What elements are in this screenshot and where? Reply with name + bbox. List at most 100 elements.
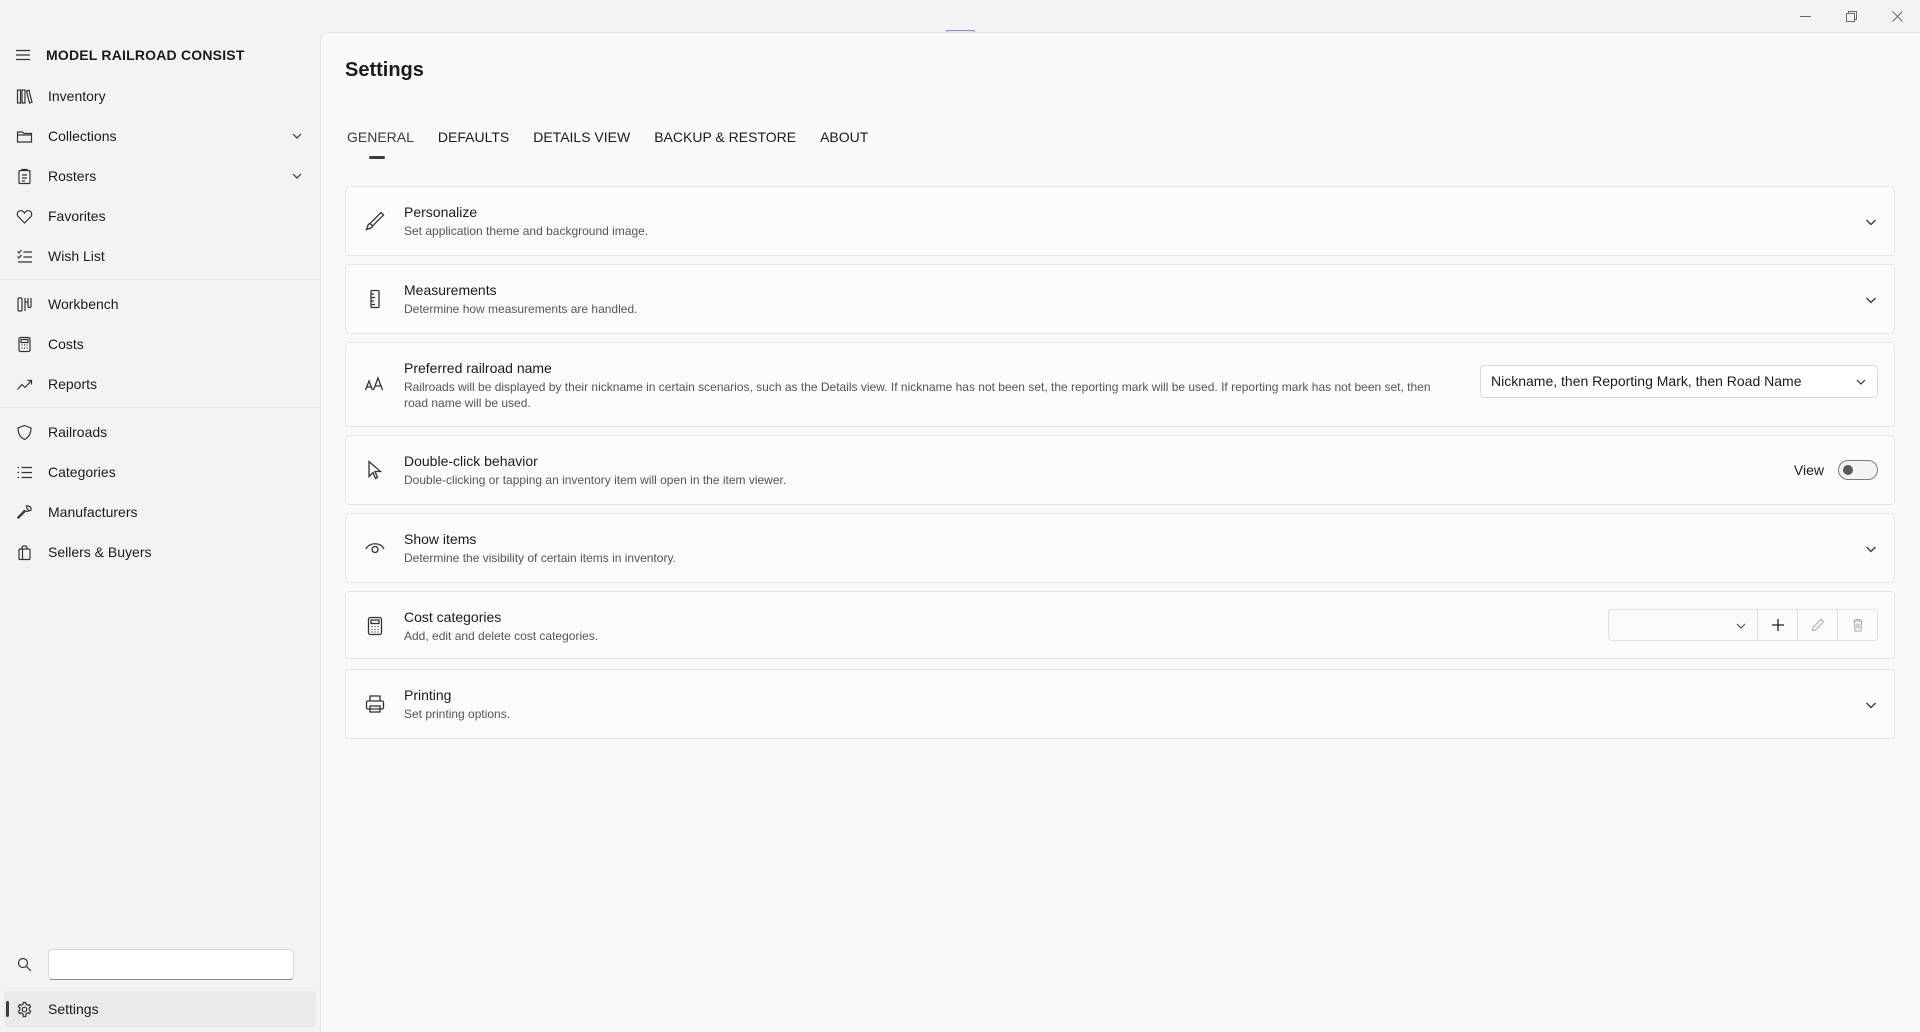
double-click-card: Double-click behavior Double-clicking or… <box>345 435 1895 505</box>
sidebar: MODEL RAILROAD CONSIST Inventory Collect… <box>0 0 320 1032</box>
railroad-name-select[interactable]: Nickname, then Reporting Mark, then Road… <box>1480 365 1878 398</box>
search-input[interactable] <box>48 948 294 980</box>
toggle-label: View <box>1793 462 1824 478</box>
main-content: Settings GENERAL DEFAULTS DETAILS VIEW B… <box>320 32 1920 1032</box>
app-title: MODEL RAILROAD CONSIST <box>46 47 245 63</box>
railroad-name-card: Preferred railroad name Railroads will b… <box>345 342 1895 427</box>
nav-divider <box>0 279 320 280</box>
tools-icon <box>4 296 44 313</box>
chevron-down-icon[interactable] <box>1864 215 1878 229</box>
app-header: MODEL RAILROAD CONSIST <box>0 40 320 70</box>
sidebar-item-label: Inventory <box>48 88 106 104</box>
cost-categories-card: Cost categories Add, edit and delete cos… <box>345 591 1895 659</box>
calculator-icon <box>4 336 44 353</box>
trash-icon <box>1852 618 1863 632</box>
pencil-icon <box>1811 618 1824 632</box>
sidebar-item-favorites[interactable]: Favorites <box>4 198 316 234</box>
card-title: Cost categories <box>404 609 502 625</box>
card-description: Double-clicking or tapping an inventory … <box>404 473 787 487</box>
sidebar-item-wish-list[interactable]: Wish List <box>4 238 316 274</box>
sidebar-item-workbench[interactable]: Workbench <box>4 286 316 322</box>
sidebar-item-reports[interactable]: Reports <box>4 366 316 402</box>
sidebar-item-categories[interactable]: Categories <box>4 454 316 490</box>
sidebar-item-label: Sellers & Buyers <box>48 544 152 560</box>
double-click-toggle[interactable] <box>1838 460 1878 480</box>
printer-icon <box>364 693 386 715</box>
sidebar-item-manufacturers[interactable]: Manufacturers <box>4 494 316 530</box>
search-icon[interactable] <box>4 957 44 972</box>
personalize-card[interactable]: Personalize Set application theme and ba… <box>345 186 1895 256</box>
card-description: Determine how measurements are handled. <box>404 302 638 316</box>
chevron-down-icon[interactable] <box>290 169 304 183</box>
search-row <box>4 947 316 981</box>
gear-icon <box>4 1001 44 1018</box>
sidebar-item-sellers-buyers[interactable]: Sellers & Buyers <box>4 534 316 570</box>
sidebar-item-label: Rosters <box>48 168 97 184</box>
printing-card[interactable]: Printing Set printing options. <box>345 669 1895 739</box>
folder-icon <box>4 128 44 145</box>
wrench-icon <box>4 504 44 521</box>
card-title: Personalize <box>404 204 478 220</box>
card-title: Printing <box>404 687 452 703</box>
chevron-down-icon[interactable] <box>290 129 304 143</box>
show-items-card[interactable]: Show items Determine the visibility of c… <box>345 513 1895 583</box>
chevron-down-icon[interactable] <box>1864 698 1878 712</box>
brush-icon <box>364 210 386 232</box>
chevron-down-icon <box>1736 623 1746 629</box>
double-click-toggle-group: View <box>1794 460 1878 480</box>
trend-icon <box>4 376 44 393</box>
sidebar-item-settings[interactable]: Settings <box>4 991 316 1027</box>
checklist-icon <box>4 248 44 265</box>
sidebar-item-label: Costs <box>48 336 84 352</box>
close-button[interactable] <box>1874 0 1920 32</box>
clipboard-icon <box>4 168 44 185</box>
sidebar-item-label: Railroads <box>48 424 108 440</box>
cost-category-controls <box>1608 609 1878 641</box>
tab-about[interactable]: ABOUT <box>820 129 868 159</box>
sidebar-item-rosters[interactable]: Rosters <box>4 158 316 194</box>
delete-cost-category-button[interactable] <box>1838 609 1878 641</box>
select-value: Nickname, then Reporting Mark, then Road… <box>1491 373 1802 389</box>
card-description: Set printing options. <box>404 707 511 721</box>
card-title: Preferred railroad name <box>404 360 552 376</box>
toggle-knob <box>1843 465 1853 475</box>
edit-cost-category-button[interactable] <box>1798 609 1838 641</box>
add-cost-category-button[interactable] <box>1758 609 1798 641</box>
sidebar-item-label: Favorites <box>48 208 106 224</box>
sidebar-item-collections[interactable]: Collections <box>4 118 316 154</box>
restore-icon <box>1845 10 1857 22</box>
tab-general[interactable]: GENERAL <box>347 129 414 159</box>
card-title: Show items <box>404 531 477 547</box>
sidebar-item-label: Categories <box>48 464 116 480</box>
sidebar-item-railroads[interactable]: Railroads <box>4 414 316 450</box>
card-title: Measurements <box>404 282 497 298</box>
eye-icon <box>364 537 386 559</box>
sidebar-item-costs[interactable]: Costs <box>4 326 316 362</box>
plus-icon <box>1771 619 1784 631</box>
card-description: Set application theme and background ima… <box>404 224 649 238</box>
restore-button[interactable] <box>1828 0 1874 32</box>
cost-category-select[interactable] <box>1608 609 1758 641</box>
tab-bar: GENERAL DEFAULTS DETAILS VIEW BACKUP & R… <box>347 129 892 159</box>
tab-defaults[interactable]: DEFAULTS <box>438 129 509 159</box>
measurements-card[interactable]: Measurements Determine how measurements … <box>345 264 1895 334</box>
ruler-icon <box>364 288 386 310</box>
hamburger-menu-button[interactable] <box>0 40 46 70</box>
close-icon <box>1891 10 1903 22</box>
shopping-bag-icon <box>4 544 44 561</box>
sidebar-item-inventory[interactable]: Inventory <box>4 78 316 114</box>
sidebar-item-label: Settings <box>48 1001 99 1017</box>
chevron-down-icon[interactable] <box>1864 293 1878 307</box>
card-description: Add, edit and delete cost categories. <box>404 629 599 643</box>
minimize-icon <box>1799 15 1811 17</box>
shield-icon <box>4 424 44 441</box>
selection-indicator <box>6 1001 9 1017</box>
heart-icon <box>4 208 44 225</box>
tab-backup-restore[interactable]: BACKUP & RESTORE <box>654 129 796 159</box>
chevron-down-icon[interactable] <box>1864 542 1878 556</box>
sidebar-item-label: Reports <box>48 376 98 392</box>
sidebar-item-label: Manufacturers <box>48 504 138 520</box>
minimize-button[interactable] <box>1782 0 1828 32</box>
card-description: Determine the visibility of certain item… <box>404 551 676 565</box>
tab-details-view[interactable]: DETAILS VIEW <box>533 129 630 159</box>
